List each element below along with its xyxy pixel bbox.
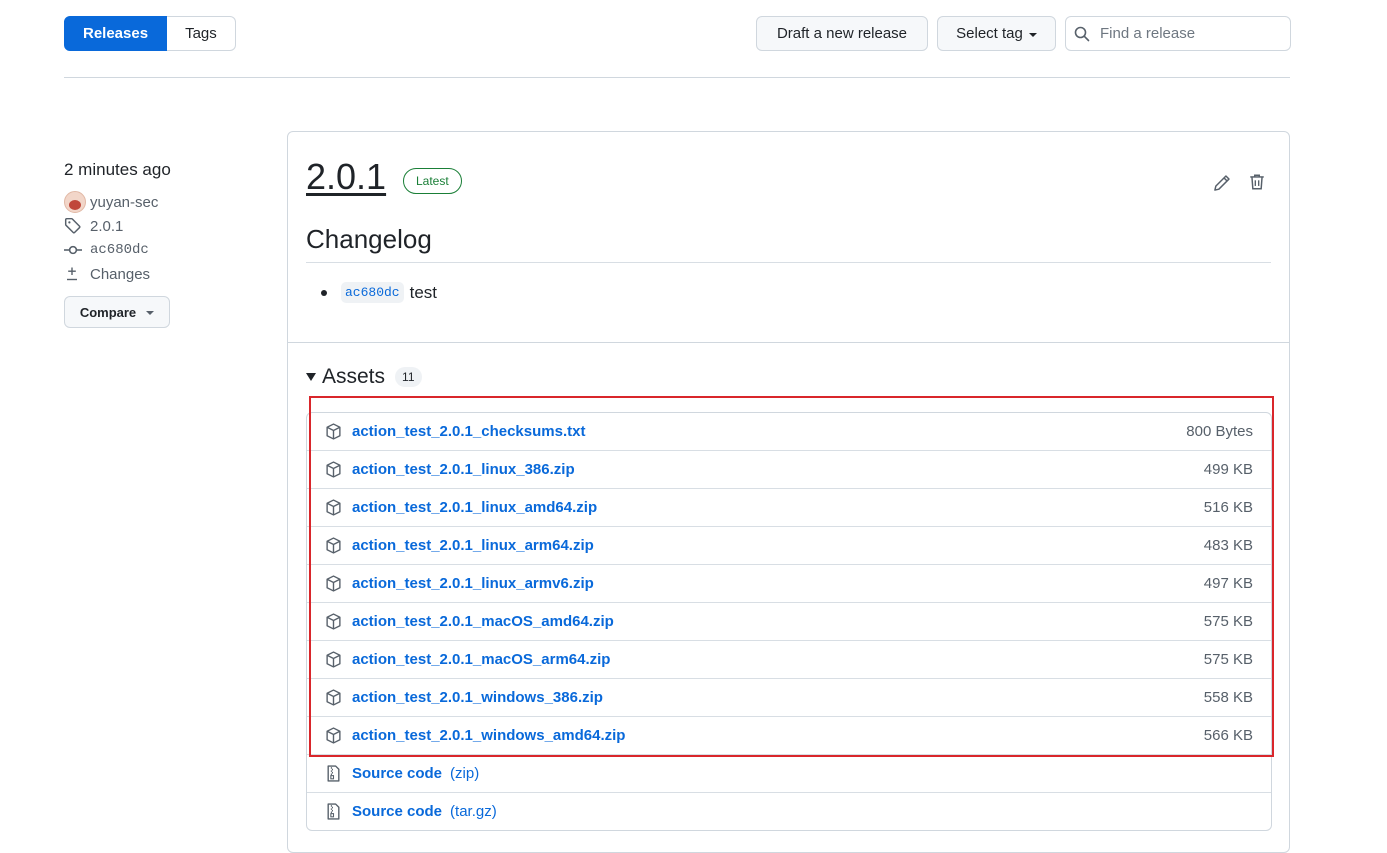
search-icon [1074, 26, 1090, 41]
asset-row: action_test_2.0.1_checksums.txt 800 Byte… [307, 413, 1271, 450]
release-search [1065, 16, 1291, 51]
divider [306, 262, 1271, 263]
asset-size: 558 KB [1203, 689, 1253, 706]
caret-down-icon [1028, 32, 1037, 37]
package-icon [326, 613, 341, 630]
source-code-row: Source code (zip) [307, 754, 1271, 792]
pencil-icon[interactable] [1213, 174, 1231, 192]
asset-row: action_test_2.0.1_macOS_arm64.zip 575 KB [307, 640, 1271, 678]
package-icon [326, 461, 341, 478]
author-link[interactable]: yuyan-sec [64, 190, 264, 214]
asset-size: 516 KB [1203, 499, 1253, 516]
author-name: yuyan-sec [90, 193, 159, 211]
draft-release-button[interactable]: Draft a new release [756, 16, 928, 51]
changelog-item: ac680dc test [321, 282, 437, 303]
asset-row: action_test_2.0.1_linux_amd64.zip 516 KB [307, 488, 1271, 526]
source-code-ext[interactable]: (zip) [450, 765, 479, 782]
asset-row: action_test_2.0.1_windows_amd64.zip 566 … [307, 716, 1271, 754]
release-title[interactable]: 2.0.1 [306, 156, 386, 198]
tag-link[interactable]: 2.0.1 [64, 214, 264, 238]
package-icon [326, 537, 341, 554]
divider [288, 342, 1289, 343]
asset-size: 575 KB [1203, 651, 1253, 668]
asset-link[interactable]: action_test_2.0.1_windows_amd64.zip [352, 727, 625, 744]
bullet-dot [321, 289, 327, 296]
package-icon [326, 689, 341, 706]
assets-label: Assets [322, 365, 386, 388]
asset-link[interactable]: action_test_2.0.1_windows_386.zip [352, 689, 603, 706]
package-icon [326, 499, 341, 516]
file-zip-icon [327, 803, 340, 820]
compare-button[interactable]: Compare [64, 296, 170, 328]
select-tag-button[interactable]: Select tag [937, 16, 1056, 51]
asset-size: 575 KB [1203, 613, 1253, 630]
asset-link[interactable]: action_test_2.0.1_linux_amd64.zip [352, 499, 597, 516]
commit-sha: ac680dc [90, 242, 149, 258]
diff-icon [67, 267, 77, 281]
select-tag-label: Select tag [956, 25, 1023, 42]
asset-row: action_test_2.0.1_linux_386.zip 499 KB [307, 450, 1271, 488]
divider [64, 77, 1290, 78]
asset-size: 499 KB [1203, 461, 1253, 478]
asset-link[interactable]: action_test_2.0.1_linux_armv6.zip [352, 575, 594, 592]
caret-down-icon [146, 311, 155, 315]
asset-link[interactable]: action_test_2.0.1_macOS_amd64.zip [352, 613, 614, 630]
commit-icon [64, 245, 82, 255]
source-code-link[interactable]: Source code [352, 765, 442, 782]
release-toolbar: Releases Tags Draft a new release Select… [64, 16, 1291, 51]
avatar [64, 191, 86, 213]
asset-row: action_test_2.0.1_windows_386.zip 558 KB [307, 678, 1271, 716]
assets-toggle[interactable]: Assets 11 [306, 365, 422, 389]
changelog-text: test [409, 282, 438, 302]
package-icon [326, 423, 341, 440]
assets-count-badge: 11 [395, 367, 422, 387]
tag-name: 2.0.1 [90, 217, 124, 235]
asset-link[interactable]: action_test_2.0.1_checksums.txt [352, 423, 585, 440]
changelog-heading: Changelog [306, 224, 432, 254]
asset-size: 800 Bytes [1186, 423, 1253, 440]
triangle-down-icon [306, 373, 316, 381]
asset-link[interactable]: action_test_2.0.1_linux_arm64.zip [352, 537, 594, 554]
source-code-row: Source code (tar.gz) [307, 792, 1271, 830]
trash-icon[interactable] [1248, 173, 1266, 191]
asset-row: action_test_2.0.1_linux_arm64.zip 483 KB [307, 526, 1271, 564]
package-icon [326, 651, 341, 668]
search-input[interactable] [1098, 24, 1272, 43]
source-code-link[interactable]: Source code [352, 803, 442, 820]
release-meta: 2 minutes ago yuyan-sec 2.0.1 ac680dc Ch… [64, 160, 264, 328]
latest-badge: Latest [403, 168, 462, 194]
asset-list: action_test_2.0.1_checksums.txt 800 Byte… [306, 412, 1272, 831]
changelog-commit-link[interactable]: ac680dc [341, 282, 404, 303]
asset-row: action_test_2.0.1_linux_armv6.zip 497 KB [307, 564, 1271, 602]
tag-icon [64, 217, 81, 234]
compare-label: Compare [79, 304, 137, 320]
asset-size: 497 KB [1203, 575, 1253, 592]
commit-link[interactable]: ac680dc [64, 238, 264, 262]
asset-row: action_test_2.0.1_macOS_amd64.zip 575 KB [307, 602, 1271, 640]
tab-releases[interactable]: Releases [64, 16, 168, 51]
release-tabs: Releases Tags [64, 16, 236, 51]
package-icon [326, 575, 341, 592]
package-icon [326, 727, 341, 744]
tab-tags[interactable]: Tags [167, 16, 236, 51]
file-zip-icon [327, 765, 340, 782]
changes-label: Changes [90, 265, 151, 283]
changes-link[interactable]: Changes [64, 262, 264, 286]
asset-link[interactable]: action_test_2.0.1_linux_386.zip [352, 461, 575, 478]
asset-size: 483 KB [1203, 537, 1253, 554]
release-card: 2.0.1 Latest Changelog ac680dc test Asse… [287, 131, 1290, 853]
release-time: 2 minutes ago [64, 160, 171, 179]
asset-link[interactable]: action_test_2.0.1_macOS_arm64.zip [352, 651, 610, 668]
source-code-ext[interactable]: (tar.gz) [450, 803, 497, 820]
asset-size: 566 KB [1203, 727, 1253, 744]
